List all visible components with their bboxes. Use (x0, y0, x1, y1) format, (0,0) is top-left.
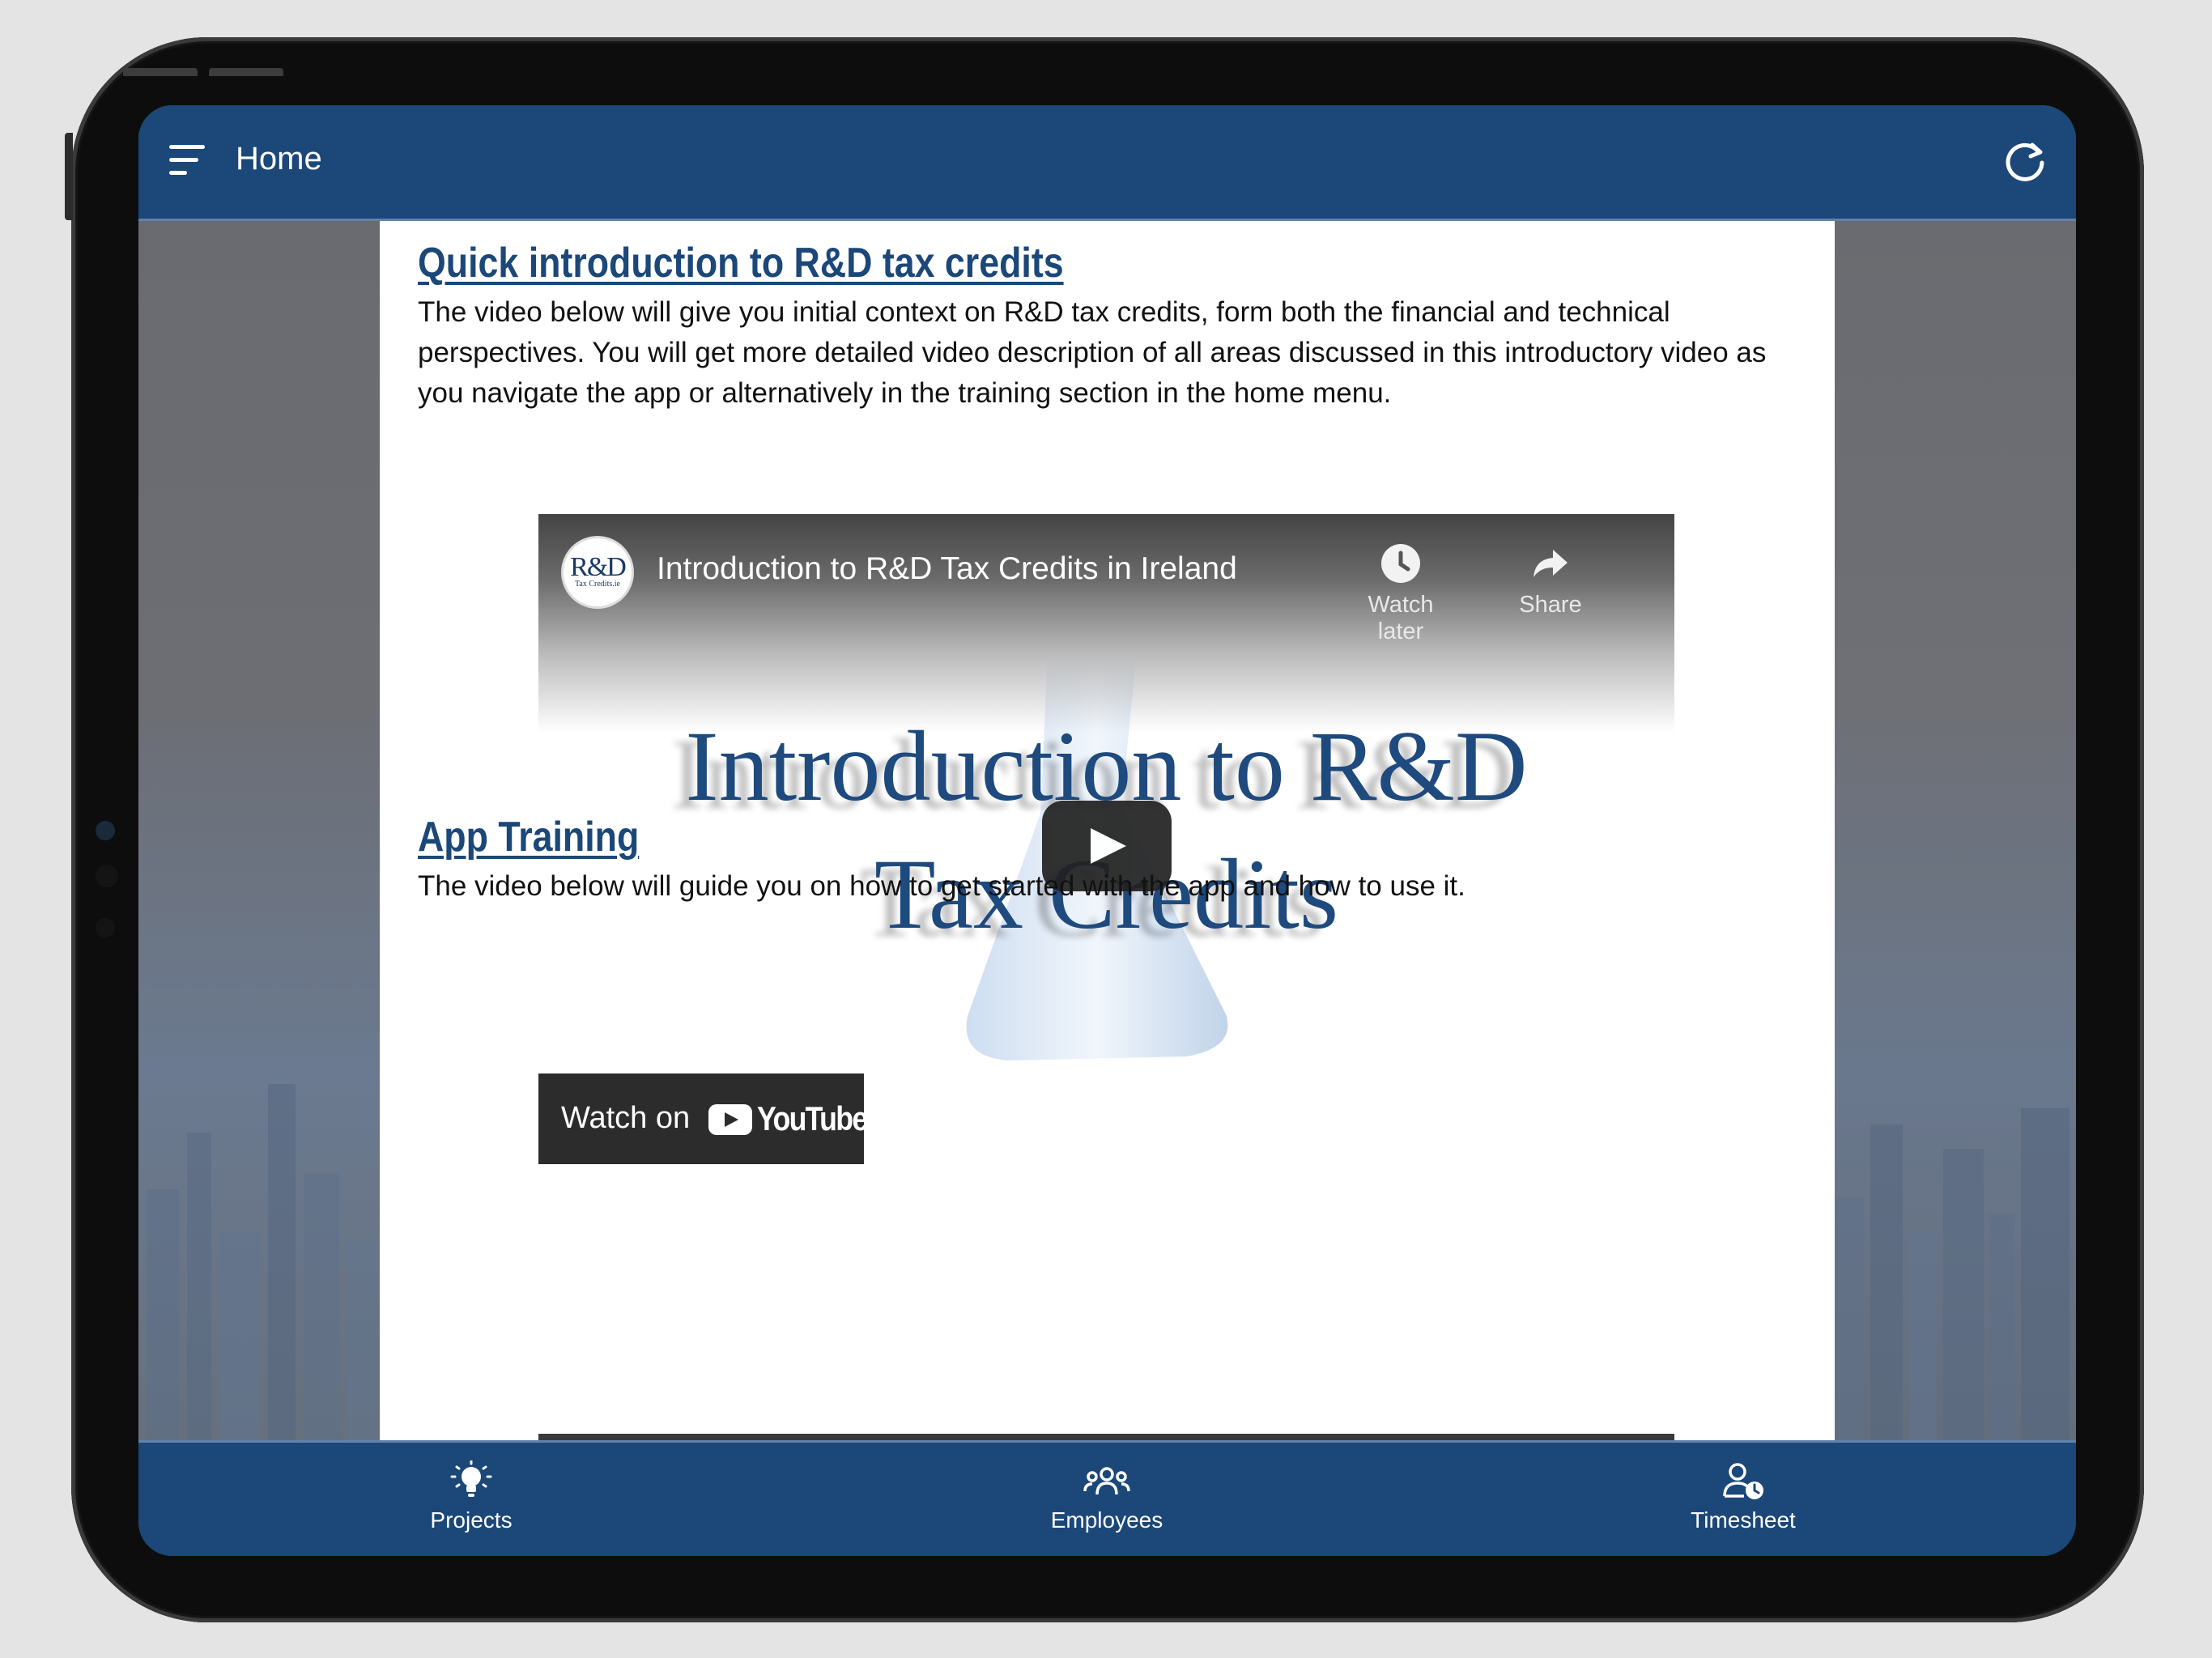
youtube-embed-intro[interactable]: R&D Tax Credits.ie Introduction to R&D T… (538, 514, 1674, 1164)
page-title: Home (236, 141, 322, 176)
user-clock-icon (1723, 1463, 1763, 1499)
background-left (138, 221, 380, 1440)
people-group-icon (1083, 1467, 1130, 1495)
menu-button[interactable] (169, 145, 208, 177)
clock-icon (1381, 544, 1420, 583)
bottom-navigation: Projects Employees Timesheet (138, 1440, 2076, 1556)
nav-timesheet-label: Timesheet (1691, 1507, 1796, 1533)
background-right (1835, 221, 2076, 1440)
watch-later-button[interactable]: Watch later (1352, 538, 1449, 645)
intro-heading-link[interactable]: Quick introduction to R&D tax credits (418, 239, 1064, 287)
nav-projects[interactable]: Projects (350, 1443, 593, 1556)
youtube-play-icon (708, 1104, 752, 1135)
refresh-button[interactable] (2003, 141, 2047, 185)
video-header-overlay: R&D Tax Credits.ie Introduction to R&D T… (538, 514, 1674, 733)
watch-on-youtube-button[interactable]: Watch on YouTube (538, 1073, 868, 1164)
training-description: The video below will guide you on how to… (418, 870, 1465, 902)
top-app-bar: Home (138, 105, 2076, 221)
sensor-dot (96, 918, 115, 937)
share-arrow-icon (1534, 550, 1568, 577)
nav-timesheet[interactable]: Timesheet (1622, 1443, 1865, 1556)
lightbulb-icon (450, 1460, 492, 1497)
video-title[interactable]: Introduction to R&D Tax Credits in Irela… (657, 551, 1237, 587)
youtube-wordmark: YouTube (757, 1099, 868, 1137)
top-hardware-button (123, 68, 198, 76)
city-skyline-image (1835, 1108, 2069, 1440)
youtube-embed-training[interactable] (538, 1434, 1674, 1440)
camera-dot (96, 821, 115, 840)
menu-icon (169, 145, 205, 149)
side-hardware-button (65, 133, 73, 220)
intro-description: The video below will give you initial co… (418, 296, 1767, 409)
channel-logo[interactable]: R&D Tax Credits.ie (561, 536, 634, 609)
nav-employees-label: Employees (1050, 1507, 1163, 1533)
nav-projects-label: Projects (430, 1507, 513, 1533)
refresh-icon (2006, 142, 2044, 181)
training-heading-link[interactable]: App Training (418, 813, 639, 861)
top-hardware-button (209, 68, 283, 76)
app-screen: Home Quick introduction to R&D tax credi… (138, 105, 2076, 1556)
nav-employees[interactable]: Employees (985, 1443, 1228, 1556)
share-button[interactable]: Share (1502, 538, 1599, 619)
content-panel: Quick introduction to R&D tax credits Th… (380, 221, 1835, 1440)
sensor-dot (96, 865, 118, 887)
city-skyline-image (147, 1084, 378, 1440)
